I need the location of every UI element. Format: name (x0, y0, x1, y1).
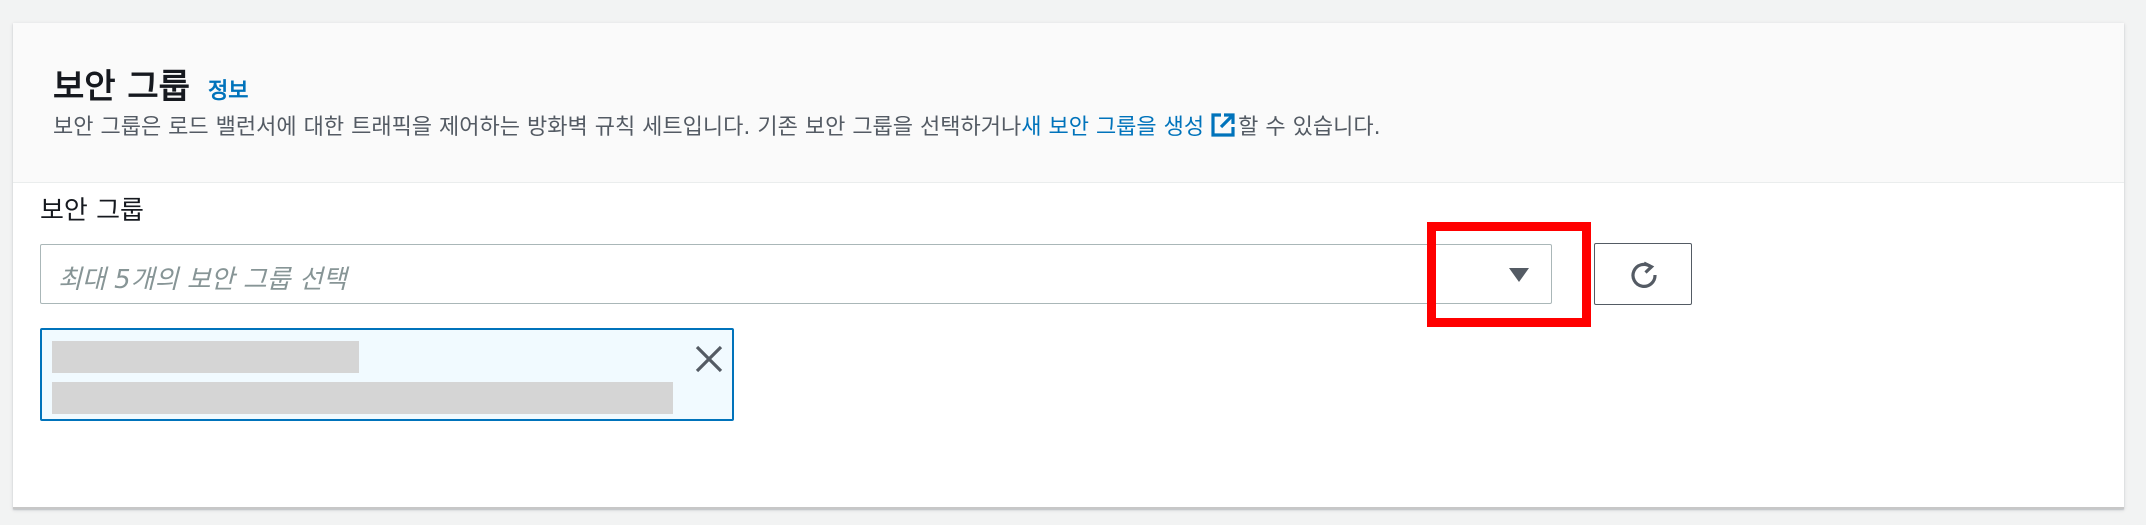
panel-header: 보안 그룹 정보 보안 그룹은 로드 밸런서에 대한 트래픽을 제어하는 방화벽… (13, 23, 2124, 183)
close-icon[interactable] (694, 344, 724, 374)
section-description: 보안 그룹은 로드 밸런서에 대한 트래픽을 제어하는 방화벽 규칙 세트입니다… (53, 109, 1381, 141)
security-group-field-label: 보안 그룹 (40, 196, 144, 226)
create-security-group-link-label: 새 보안 그룹을 생성 (1021, 115, 1205, 140)
selected-security-group-token (40, 328, 734, 421)
section-title: 보안 그룹 (53, 67, 190, 107)
description-prefix: 보안 그룹은 로드 밸런서에 대한 트래픽을 제어하는 방화벽 규칙 세트입니다… (53, 115, 1022, 140)
redacted-group-id (52, 382, 673, 414)
security-group-select[interactable]: 최대 5개의 보안 그룹 선택 (40, 244, 1552, 304)
description-suffix: 할 수 있습니다. (1238, 115, 1381, 140)
redacted-group-name (52, 341, 359, 373)
refresh-icon (1631, 261, 1657, 288)
title-row: 보안 그룹 정보 (53, 59, 248, 108)
create-security-group-link[interactable]: 새 보안 그룹을 생성 (1021, 109, 1238, 141)
info-link[interactable]: 정보 (208, 73, 248, 105)
external-link-icon (1211, 113, 1235, 137)
caret-down-icon[interactable] (1508, 267, 1530, 283)
select-placeholder: 최대 5개의 보안 그룹 선택 (58, 265, 347, 295)
refresh-button[interactable] (1594, 243, 1692, 305)
